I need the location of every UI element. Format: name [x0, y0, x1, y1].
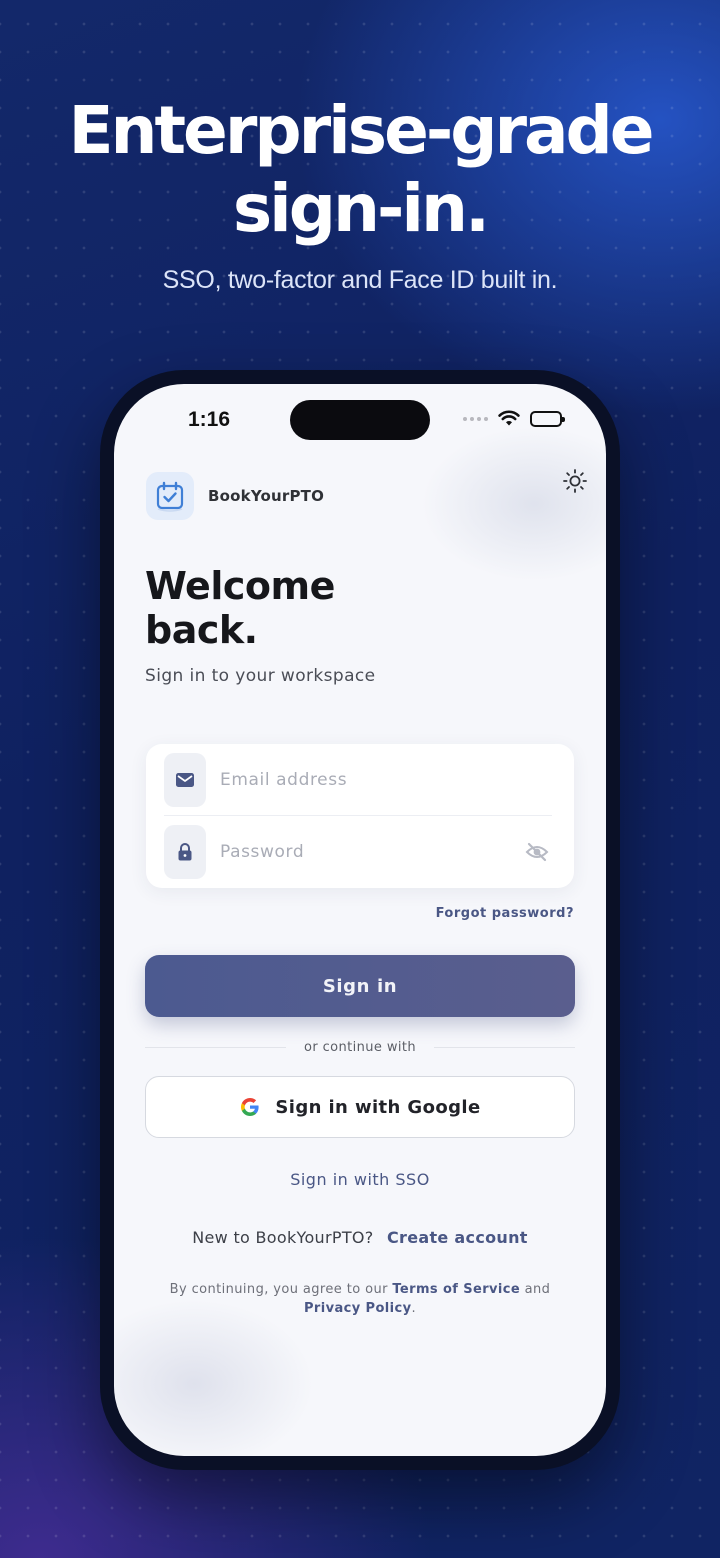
- divider-line-right: [434, 1047, 576, 1048]
- hero-title: Enterprise-grade sign-in.: [0, 92, 720, 248]
- wifi-icon: [498, 410, 520, 426]
- lock-icon: [164, 825, 206, 879]
- toggle-password-visibility-button[interactable]: [522, 837, 552, 867]
- status-time: 1:16: [188, 408, 231, 431]
- create-account-link[interactable]: Create account: [387, 1228, 528, 1247]
- theme-toggle-button[interactable]: [560, 466, 590, 496]
- welcome-title-line2: back.: [145, 608, 258, 652]
- welcome-title: Welcome back.: [145, 564, 445, 652]
- terms-of-service-link[interactable]: Terms of Service: [392, 1282, 520, 1297]
- divider-label: or continue with: [303, 1040, 417, 1055]
- create-account-row: New to BookYourPTO? Create account: [114, 1228, 606, 1247]
- status-icons: [463, 410, 565, 427]
- hero-title-line1: Enterprise-grade: [68, 92, 654, 169]
- sso-sign-in-link[interactable]: Sign in with SSO: [114, 1170, 606, 1189]
- calendar-check-icon: [146, 472, 194, 520]
- phone-screen: 1:16 BookYourPTO Welcome back. Sign in t…: [114, 384, 606, 1456]
- sign-in-button[interactable]: Sign in: [145, 955, 575, 1017]
- eye-off-icon: [525, 842, 549, 862]
- google-sign-in-button[interactable]: Sign in with Google: [145, 1076, 575, 1138]
- google-icon: [241, 1098, 259, 1116]
- password-row: [164, 824, 556, 880]
- welcome-title-line1: Welcome: [145, 564, 335, 608]
- google-button-label: Sign in with Google: [275, 1096, 481, 1118]
- battery-icon: [530, 410, 565, 427]
- password-field[interactable]: [220, 842, 522, 862]
- dynamic-island: [290, 400, 430, 440]
- privacy-policy-link[interactable]: Privacy Policy: [304, 1301, 412, 1316]
- legal-and: and: [524, 1282, 551, 1297]
- field-divider: [164, 815, 552, 816]
- hero-subtitle: SSO, two-factor and Face ID built in.: [162, 266, 558, 294]
- legal-notice: By continuing, you agree to our Terms of…: [154, 1280, 566, 1318]
- legal-suffix: .: [411, 1301, 417, 1316]
- brand: BookYourPTO: [146, 472, 324, 520]
- welcome-subtitle: Sign in to your workspace: [145, 666, 376, 686]
- login-form: [146, 744, 574, 888]
- email-field[interactable]: [220, 770, 556, 790]
- divider-line-left: [145, 1047, 286, 1048]
- sun-icon: [563, 469, 587, 493]
- mail-icon: [164, 753, 206, 807]
- forgot-password-link[interactable]: Forgot password?: [436, 906, 574, 921]
- or-divider: or continue with: [145, 1040, 576, 1055]
- signal-icon: [463, 416, 488, 421]
- brand-name: BookYourPTO: [208, 487, 325, 505]
- email-row: [164, 752, 556, 808]
- new-user-prompt: New to BookYourPTO?: [192, 1228, 374, 1247]
- hero-title-line2: sign-in.: [232, 170, 490, 247]
- legal-prefix: By continuing, you agree to our: [169, 1282, 388, 1297]
